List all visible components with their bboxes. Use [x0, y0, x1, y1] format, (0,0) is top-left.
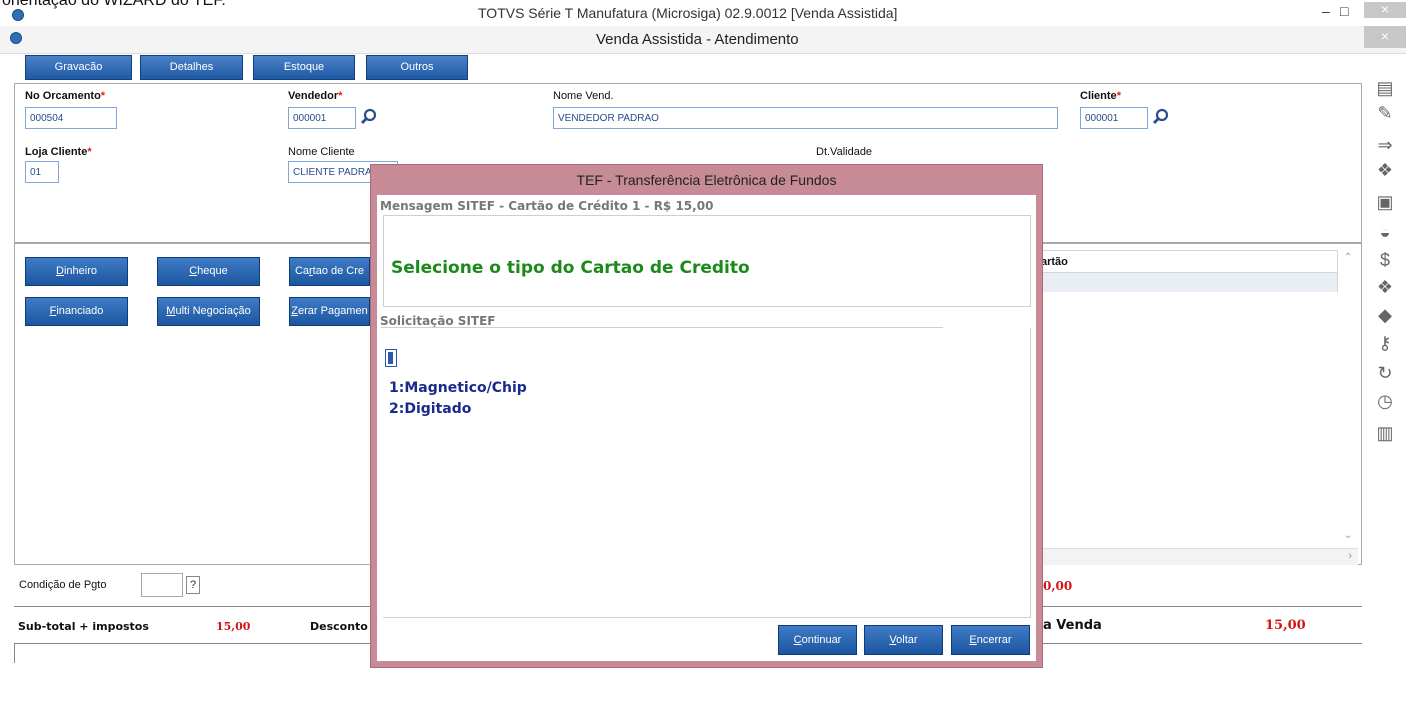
pin-icon[interactable]: ✎	[1375, 103, 1395, 123]
vendedor-field[interactable]: 000001	[288, 107, 356, 129]
encerrar-button[interactable]: Encerrar	[951, 625, 1030, 655]
condicao-pgto-field[interactable]	[141, 573, 183, 597]
condicao-pgto-label: Condição de Pgto	[19, 579, 107, 591]
inner-title-bar: Venda Assistida - Atendimento	[0, 26, 1406, 54]
tab-estoque[interactable]: Estoque	[253, 55, 355, 80]
scroll-right-icon[interactable]: ›	[1348, 550, 1352, 562]
app-logo-icon	[12, 9, 24, 21]
nome-cliente-label: Nome Cliente	[288, 146, 355, 158]
vendedor-label: Vendedor*	[288, 90, 343, 102]
desconto-label: Desconto	[310, 620, 368, 633]
save-icon[interactable]: ▤	[1375, 78, 1395, 98]
preview-icon[interactable]: ▣	[1375, 192, 1395, 212]
nome-vend-label: Nome Vend.	[553, 90, 614, 102]
troco-value: 0,00	[1043, 579, 1073, 593]
outer-title-bar: TOTVS Série T Manufatura (Microsiga) 02.…	[0, 3, 1406, 23]
scroll-up-icon[interactable]: ⌃	[1344, 252, 1352, 263]
message-header: Mensagem SITEF - Cartão de Crédito 1 - R…	[380, 199, 714, 213]
payment-grid: artão	[1040, 250, 1338, 292]
tef-dialog-body: Mensagem SITEF - Cartão de Crédito 1 - R…	[377, 195, 1036, 661]
total-venda-label: a Venda	[1043, 618, 1102, 633]
grid-header-cartao: artão	[1041, 251, 1337, 273]
tab-detalhes[interactable]: Detalhes	[140, 55, 243, 80]
key-icon[interactable]: ⚷	[1375, 333, 1395, 353]
eraser-icon[interactable]: ◆	[1375, 305, 1395, 325]
tab-outros[interactable]: Outros	[366, 55, 468, 80]
currency-icon[interactable]: $	[1375, 250, 1395, 270]
solicitacao-header: Solicitação SITEF	[380, 314, 496, 328]
inner-window-title: Venda Assistida - Atendimento	[596, 31, 799, 48]
continuar-button[interactable]: Continuar	[778, 625, 857, 655]
inner-close-button[interactable]: ×	[1364, 26, 1406, 48]
car-icon[interactable]: ◒	[1375, 222, 1395, 242]
loja-field[interactable]: 01	[25, 161, 59, 183]
arrow-in-icon[interactable]: ⇒	[1375, 135, 1395, 155]
zerar-pagamentos-button[interactable]: Zerar Pagamen	[289, 297, 370, 326]
message-text: Selecione o tipo do Cartao de Credito	[391, 258, 750, 278]
dinheiro-button[interactable]: Dinheiro	[25, 257, 128, 286]
vendedor-search-icon[interactable]	[360, 108, 378, 126]
clock-icon[interactable]: ◷	[1375, 391, 1395, 411]
scroll-down-icon[interactable]: ⌄	[1344, 530, 1352, 541]
orcamento-label: No Orcamento*	[25, 90, 106, 102]
chart-icon[interactable]: ▥	[1375, 423, 1395, 443]
orcamento-field[interactable]: 000504	[25, 107, 117, 129]
app-logo-icon	[10, 32, 22, 44]
subtotal-value: 15,00	[216, 620, 251, 633]
voltar-button[interactable]: Voltar	[864, 625, 943, 655]
maximize-button[interactable]: □	[1340, 3, 1348, 19]
response-input[interactable]	[385, 349, 397, 367]
option-magnetico-chip: 1:Magnetico/Chip	[389, 380, 527, 396]
tef-dialog: TEF - Transferência Eletrônica de Fundos…	[370, 164, 1043, 668]
multi-negociacao-button[interactable]: Multi Negociação	[157, 297, 260, 326]
condicao-help-button[interactable]: ?	[186, 576, 200, 594]
outer-close-button[interactable]: ×	[1364, 2, 1406, 18]
refresh-icon[interactable]: ↻	[1375, 363, 1395, 383]
grid-horizontal-scrollbar[interactable]: ›	[1040, 548, 1358, 565]
message-box: Selecione o tipo do Cartao de Credito	[383, 215, 1031, 307]
minimize-button[interactable]: –	[1322, 3, 1330, 19]
cartao-credito-button[interactable]: Cartao de Cre	[289, 257, 370, 286]
loja-label: Loja Cliente*	[25, 146, 92, 158]
dt-validade-label: Dt.Validade	[816, 146, 873, 158]
cliente-search-icon[interactable]	[1152, 108, 1170, 126]
cheque-button[interactable]: Cheque	[157, 257, 260, 286]
option-digitado: 2:Digitado	[389, 401, 472, 417]
solicitacao-area	[383, 328, 1031, 618]
money-icon[interactable]: ❖	[1375, 160, 1395, 180]
grid-row[interactable]	[1041, 273, 1337, 292]
total-venda-value: 15,00	[1265, 618, 1306, 633]
cliente-field[interactable]: 000001	[1080, 107, 1148, 129]
coins-icon[interactable]: ❖	[1375, 277, 1395, 297]
grid-vertical-scrollbar[interactable]: ⌃ ⌄	[1340, 250, 1358, 565]
tab-gravacao[interactable]: Gravacão	[25, 55, 132, 80]
cliente-label: Cliente*	[1080, 90, 1121, 102]
nome-vend-field[interactable]: VENDEDOR PADRAO	[553, 107, 1058, 129]
financiado-button[interactable]: Financiado	[25, 297, 128, 326]
subtotal-label: Sub-total + impostos	[18, 620, 149, 633]
tef-dialog-title: TEF - Transferência Eletrônica de Fundos	[576, 172, 837, 188]
outer-window-title: TOTVS Série T Manufatura (Microsiga) 02.…	[478, 5, 898, 21]
